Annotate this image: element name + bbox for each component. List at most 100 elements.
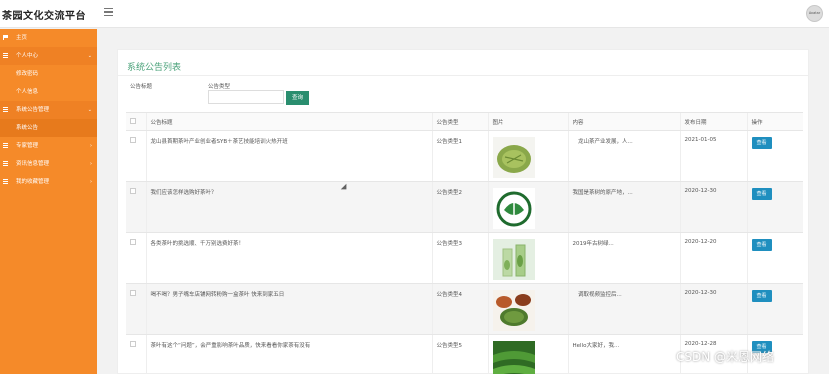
type-filter-input[interactable]: [208, 90, 284, 104]
row-image-cell: [487, 334, 568, 374]
flag-icon: [3, 35, 8, 40]
chevron-right-icon: ›: [90, 179, 92, 185]
divider: [118, 75, 808, 76]
sidebar-item-expert-management[interactable]: 专家管理 ›: [0, 137, 97, 155]
row-checkbox[interactable]: [130, 188, 136, 194]
view-button[interactable]: 查看: [751, 239, 772, 251]
row-date: 2020-12-20: [679, 232, 747, 284]
row-image-cell: [487, 181, 568, 233]
grid-icon: [3, 161, 8, 166]
column-header-actions: 操作: [746, 112, 803, 131]
row-actions: 查看: [746, 181, 803, 233]
row-type: 公告类型5: [431, 334, 488, 374]
row-type: 公告类型2: [431, 181, 488, 233]
row-checkbox[interactable]: [130, 137, 136, 143]
grid-icon: [3, 107, 8, 112]
row-date: 2020-12-30: [679, 181, 747, 233]
grid-icon: [3, 179, 8, 184]
title-filter-input[interactable]: [130, 90, 206, 104]
row-select-cell: [126, 283, 146, 335]
sidebar: 主页 个人中心 ⌄ 修改密码 个人信息 系统公告管理 ⌄ 系统公告 专家管理 › 资讯…: [0, 29, 97, 374]
page-title: 系统公告列表: [127, 63, 182, 73]
row-actions: 查看: [746, 130, 803, 182]
sidebar-item-change-password[interactable]: 修改密码: [0, 65, 97, 83]
row-select-cell: [126, 181, 146, 233]
chevron-right-icon: ›: [90, 161, 92, 167]
row-type: 公告类型4: [431, 283, 488, 335]
row-checkbox[interactable]: [130, 290, 136, 296]
row-image-cell: [487, 232, 568, 284]
table-header-row: 公告标题 公告类型 图片 内容 发布日期 操作: [126, 112, 803, 131]
row-title: 各类茶叶的挑选顺、千万别选费好茶！: [145, 232, 432, 284]
sidebar-item-label: 专家管理: [16, 143, 39, 149]
sidebar-item-home[interactable]: 主页: [0, 29, 97, 47]
sidebar-item-label: 个人信息: [16, 89, 39, 95]
column-header-image: 图片: [487, 112, 568, 131]
row-type: 公告类型1: [431, 130, 488, 182]
row-content: 调取视频监控后...: [567, 283, 680, 335]
column-header-content[interactable]: 内容: [567, 112, 680, 131]
sidebar-item-label: 资讯信息管理: [16, 161, 50, 167]
row-title: 龙山县首期茶叶产业创业者SYB＋茶艺技能培训火热开班: [145, 130, 432, 182]
sidebar-item-label: 主页: [16, 35, 28, 41]
app-title: 茶园文化交流平台: [2, 11, 86, 22]
row-select-cell: [126, 130, 146, 182]
row-date: 2020-12-30: [679, 283, 747, 335]
row-content: Hello大家好，我...: [567, 334, 680, 374]
sidebar-item-personal-info[interactable]: 个人信息: [0, 83, 97, 101]
tea-field-image: [492, 341, 535, 374]
sidebar-item-label: 系统公告: [16, 125, 39, 131]
chevron-down-icon: ⌄: [87, 53, 92, 59]
row-content: 2019年古树绿...: [567, 232, 680, 284]
sidebar-item-label: 个人中心: [16, 53, 39, 59]
row-type: 公告类型3: [431, 232, 488, 284]
row-title: 喝不喝？男子嘴车店铺网转粉购一盒茶叶 快来到家五日: [145, 283, 432, 335]
sidebar-item-label: 我的收藏管理: [16, 179, 50, 185]
row-image-cell: [487, 130, 568, 182]
chevron-down-icon: ⌄: [87, 107, 92, 113]
sidebar-item-label: 修改密码: [16, 71, 39, 77]
row-image-cell: [487, 283, 568, 335]
sidebar-item-favorites-management[interactable]: 我的收藏管理 ›: [0, 173, 97, 191]
row-date: 2021-01-05: [679, 130, 747, 182]
tea-leaves-image: [492, 137, 535, 178]
top-bar: 茶园文化交流平台 Avatar: [0, 0, 829, 28]
row-content: 我国是茶树的原产地，...: [567, 181, 680, 233]
tea-logo-image: [492, 188, 535, 229]
sidebar-item-news-management[interactable]: 资讯信息管理 ›: [0, 155, 97, 173]
sidebar-item-personal-center[interactable]: 个人中心 ⌄: [0, 47, 97, 65]
title-filter-label: 公告标题: [130, 84, 153, 90]
grid-icon: [3, 53, 8, 58]
select-all-cell: [126, 112, 146, 131]
view-button[interactable]: 查看: [751, 137, 772, 149]
column-header-title[interactable]: 公告标题: [145, 112, 432, 131]
avatar[interactable]: Avatar: [806, 5, 823, 22]
grid-icon: [3, 143, 8, 148]
column-header-type[interactable]: 公告类型: [431, 112, 488, 131]
row-select-cell: [126, 334, 146, 374]
sidebar-item-label: 系统公告管理: [16, 107, 50, 113]
announcement-table: 公告标题 公告类型 图片 内容 发布日期 操作 龙山县首期茶叶产业创业者SYB＋…: [126, 112, 803, 374]
row-checkbox[interactable]: [130, 341, 136, 347]
sidebar-item-announcements[interactable]: 系统公告: [0, 119, 97, 137]
table-row: 龙山县首期茶叶产业创业者SYB＋茶艺技能培训火热开班 公告类型1 龙山茶产业发展…: [126, 130, 803, 182]
row-actions: 查看: [746, 232, 803, 284]
green-tea-glass-image: [492, 239, 535, 280]
view-button[interactable]: 查看: [751, 188, 772, 200]
type-filter-label: 公告类型: [208, 84, 231, 90]
row-title: 我们应该怎样选购好茶叶？: [145, 181, 432, 233]
search-button[interactable]: 查询: [286, 91, 309, 105]
sidebar-item-announcement-management[interactable]: 系统公告管理 ⌄: [0, 101, 97, 119]
table-row: 喝不喝？男子嘴车店铺网转粉购一盒茶叶 快来到家五日 公告类型4 调取视频监控后.…: [126, 283, 803, 335]
table-row: 各类茶叶的挑选顺、千万别选费好茶！ 公告类型3 2019年古树绿... 2020…: [126, 232, 803, 284]
row-content: 龙山茶产业发展，人...: [567, 130, 680, 182]
row-actions: 查看: [746, 283, 803, 335]
row-checkbox[interactable]: [130, 239, 136, 245]
row-title: 茶叶有这个“问题”，会严重影响茶叶品质，快来看看你家茶有没有: [145, 334, 432, 374]
select-all-checkbox[interactable]: [130, 117, 136, 124]
row-select-cell: [126, 232, 146, 284]
chevron-right-icon: ›: [90, 143, 92, 149]
view-button[interactable]: 查看: [751, 290, 772, 302]
menu-toggle-icon[interactable]: [104, 8, 113, 16]
column-header-date[interactable]: 发布日期: [679, 112, 747, 131]
